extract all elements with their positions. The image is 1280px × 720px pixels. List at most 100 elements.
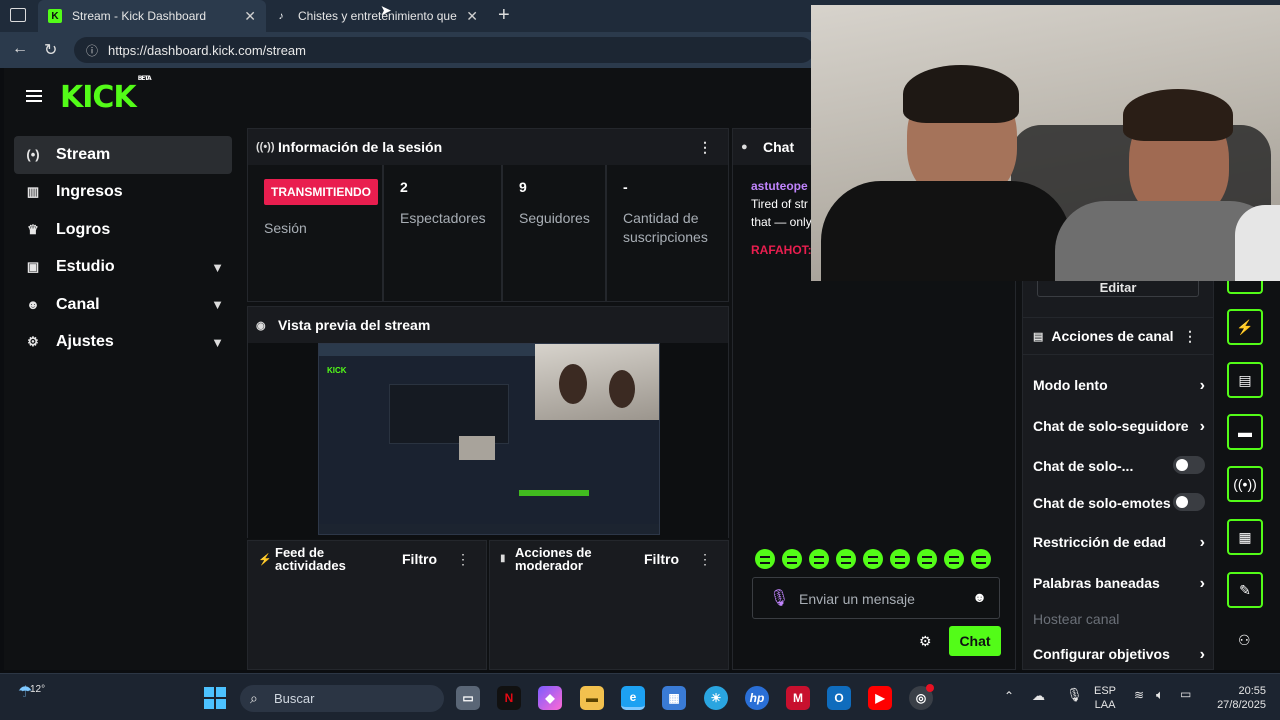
chat-text: that — only bbox=[751, 215, 812, 229]
more-options-icon[interactable]: ⋮ bbox=[1183, 328, 1197, 345]
microphone-icon[interactable]: 🎙︎ bbox=[1066, 687, 1083, 703]
volume-icon[interactable]: 🔈︎ bbox=[1156, 687, 1164, 703]
mcafee-icon[interactable]: M bbox=[786, 686, 810, 710]
edit-button[interactable]: Editar bbox=[1037, 279, 1199, 297]
emote-icon[interactable] bbox=[917, 549, 937, 569]
store-icon[interactable]: ▦ bbox=[662, 686, 686, 710]
emoji-icon[interactable]: ☻ bbox=[972, 589, 987, 605]
emote-icon[interactable] bbox=[890, 549, 910, 569]
chat-text: Tired of str bbox=[751, 197, 808, 211]
weather-app-icon[interactable]: ☀ bbox=[704, 686, 728, 710]
chat-username[interactable]: RAFAHOT: bbox=[751, 241, 812, 259]
subscribers-only-toggle[interactable] bbox=[1173, 456, 1205, 474]
chevron-right-icon: › bbox=[1199, 646, 1205, 663]
back-icon[interactable]: ← bbox=[12, 40, 28, 58]
youtube-icon[interactable]: ▶ bbox=[868, 686, 892, 710]
mouse-cursor-icon: ➤ bbox=[380, 2, 392, 18]
stat-label: Espectadores bbox=[400, 210, 486, 226]
filter-button[interactable]: Filtro bbox=[402, 551, 437, 567]
task-view-icon[interactable]: ▭ bbox=[456, 686, 480, 710]
emotes-only-toggle[interactable] bbox=[1173, 493, 1205, 511]
chat-send-button[interactable]: Chat bbox=[949, 626, 1001, 656]
site-info-icon[interactable]: ⓘ bbox=[86, 42, 98, 59]
reload-icon[interactable]: ↻ bbox=[44, 40, 57, 60]
chat-icon: ● bbox=[741, 141, 748, 153]
chat-username[interactable]: astuteope bbox=[751, 177, 812, 195]
edge-icon[interactable]: e bbox=[621, 686, 645, 710]
emote-icon[interactable] bbox=[944, 549, 964, 569]
lightning-icon[interactable]: ⚡ bbox=[1227, 309, 1263, 345]
language-indicator[interactable]: ESP LAA bbox=[1094, 684, 1116, 712]
chat-input[interactable]: 🎙︎ Enviar un mensaje ☻ bbox=[752, 577, 1000, 619]
sidebar-item-canal[interactable]: ☻ Canal ▼ bbox=[14, 286, 232, 324]
panel-title: Acciones de moderador bbox=[515, 545, 592, 573]
tab-title: Chistes y entretenimiento que te bbox=[298, 9, 458, 23]
subscriptions-stat: - Cantidad de suscripciones bbox=[607, 165, 728, 301]
slow-mode-action[interactable]: Modo lento › bbox=[1033, 377, 1205, 394]
configure-goals-action[interactable]: Configurar objetivos › bbox=[1033, 646, 1205, 663]
more-options-icon[interactable]: ⋮ bbox=[456, 551, 470, 568]
clock[interactable]: 20:55 27/8/2025 bbox=[1206, 684, 1266, 712]
tab-kick-dashboard[interactable]: K Stream - Kick Dashboard ✕ bbox=[38, 0, 266, 32]
broadcast-icon[interactable]: ((•)) bbox=[1227, 466, 1263, 502]
more-options-icon[interactable]: ⋮ bbox=[698, 139, 712, 156]
chevron-down-icon: ▼ bbox=[211, 259, 224, 275]
new-tab-icon[interactable]: + bbox=[498, 4, 510, 27]
sidebar-item-estudio[interactable]: ▣ Estudio ▼ bbox=[14, 249, 232, 287]
onedrive-icon[interactable]: ☁ bbox=[1032, 688, 1045, 704]
stream-preview-image[interactable]: KICK bbox=[318, 343, 660, 535]
chevron-right-icon: › bbox=[1199, 575, 1205, 592]
chevron-up-icon[interactable]: ⌃ bbox=[1004, 689, 1014, 703]
stat-value: 9 bbox=[519, 179, 527, 195]
wrench-icon[interactable]: ✎ bbox=[1227, 572, 1263, 608]
microphone-icon[interactable]: 🎙︎ bbox=[769, 588, 789, 608]
hp-icon[interactable]: hp bbox=[745, 686, 769, 710]
file-explorer-icon[interactable]: ▬ bbox=[580, 686, 604, 710]
emote-icon[interactable] bbox=[863, 549, 883, 569]
banned-words-action[interactable]: Palabras baneadas › bbox=[1033, 575, 1205, 592]
filter-button[interactable]: Filtro bbox=[644, 551, 679, 567]
emote-icon[interactable] bbox=[836, 549, 856, 569]
viewers-stat: 2 Espectadores bbox=[384, 165, 503, 301]
emote-icon[interactable] bbox=[971, 549, 991, 569]
emote-icon[interactable] bbox=[755, 549, 775, 569]
kick-logo[interactable]: KICKBETA bbox=[60, 75, 152, 115]
menu-icon[interactable] bbox=[26, 90, 42, 102]
channel-actions-icon: ▤ bbox=[1033, 330, 1044, 343]
close-tab-icon[interactable]: ✕ bbox=[244, 8, 256, 25]
emote-icon[interactable] bbox=[782, 549, 802, 569]
followers-only-action[interactable]: Chat de solo-seguidore › bbox=[1033, 418, 1205, 435]
netflix-icon[interactable]: N bbox=[497, 686, 521, 710]
layout-icon[interactable]: ▦ bbox=[1227, 519, 1263, 555]
taskbar-search[interactable]: ⌕ Buscar bbox=[240, 685, 444, 712]
outlook-icon[interactable]: O bbox=[827, 686, 851, 710]
panel-title: Feed de actividades bbox=[275, 545, 346, 573]
time: 20:55 bbox=[1238, 685, 1266, 697]
chat-message: astuteope Tired of str that — only RAFAH… bbox=[751, 177, 812, 259]
sidebar-item-ajustes[interactable]: ⚙ Ajustes ▼ bbox=[14, 324, 232, 362]
stream-preview-panel: ◉ Vista previa del stream KICK bbox=[247, 306, 729, 539]
share-icon[interactable]: ⚇ bbox=[1238, 632, 1251, 649]
close-tab-icon[interactable]: ✕ bbox=[466, 8, 478, 25]
copilot-icon[interactable]: ◆ bbox=[538, 686, 562, 710]
age-restriction-action[interactable]: Restricción de edad › bbox=[1033, 534, 1205, 551]
kick-favicon-icon: K bbox=[48, 9, 62, 23]
followers-stat: 9 Seguidores bbox=[503, 165, 607, 301]
sidebar-item-stream[interactable]: (•) Stream bbox=[14, 136, 232, 174]
more-options-icon[interactable]: ⋮ bbox=[698, 551, 712, 568]
url-field[interactable]: ⓘ https://dashboard.kick.com/stream bbox=[74, 37, 814, 63]
start-icon[interactable] bbox=[204, 687, 226, 709]
sidebar-item-label: Stream bbox=[56, 145, 111, 163]
chat-bubble-icon[interactable]: ▬ bbox=[1227, 414, 1263, 450]
sidebar-item-logros[interactable]: ♛ Logros bbox=[14, 211, 232, 249]
document-icon[interactable]: ▤ bbox=[1227, 362, 1263, 398]
battery-icon[interactable]: ▭ bbox=[1180, 687, 1191, 701]
action-label: Chat de solo-seguidore bbox=[1033, 418, 1189, 434]
emote-icon[interactable] bbox=[809, 549, 829, 569]
window-menu-icon[interactable] bbox=[10, 8, 26, 22]
chair-object bbox=[1235, 205, 1280, 281]
wifi-icon[interactable]: ≋ bbox=[1134, 688, 1144, 702]
sidebar-item-ingresos[interactable]: ▥ Ingresos bbox=[14, 174, 232, 212]
tab-tiktok[interactable]: ♪ Chistes y entretenimiento que te ✕ bbox=[268, 0, 488, 32]
chat-settings-icon[interactable]: ⚙ bbox=[919, 633, 932, 650]
